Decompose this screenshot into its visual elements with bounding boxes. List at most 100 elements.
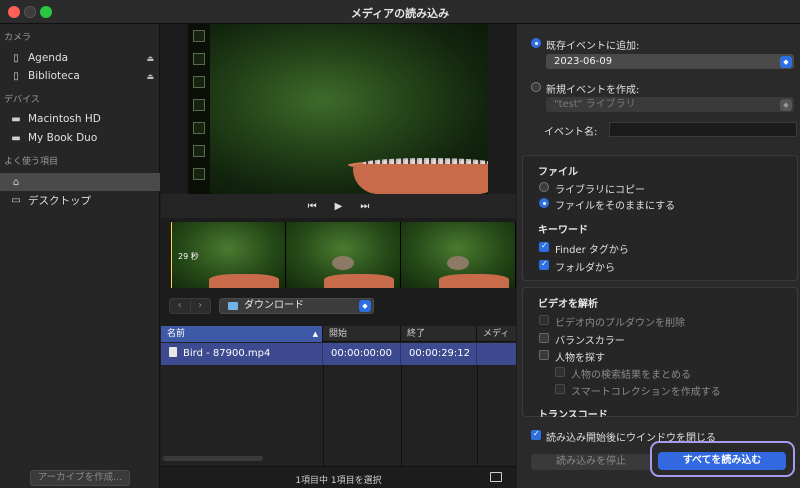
close-window-checkbox[interactable] (531, 429, 541, 440)
consolidate-people-label: 人物の検索結果をまとめる (571, 370, 691, 381)
sidebar-section-camera: カメラ (4, 33, 32, 43)
sidebar-item-biblioteca[interactable]: ▯ Biblioteca ⏏ (0, 67, 160, 85)
column-divider (323, 365, 324, 466)
analyze-heading: ビデオを解析 (538, 299, 598, 310)
sidebar-item-label: デスクトップ (28, 194, 91, 207)
remove-pulldown-label: ビデオ内のプルダウンを削除 (555, 318, 685, 329)
stop-import-button[interactable]: 読み込みを停止 (531, 454, 651, 470)
forward-button[interactable]: › (191, 299, 211, 313)
playhead[interactable] (171, 222, 172, 288)
sidebar-item-label: Agenda (28, 52, 69, 64)
film-hole (193, 99, 205, 111)
clip-thumbnail[interactable] (286, 222, 401, 288)
phone-icon: ▯ (13, 52, 19, 64)
filmstrip-view-icon[interactable] (490, 472, 502, 482)
transport-controls: ⏮ ▶ ⏭ (161, 194, 516, 218)
balance-color-label: バランスカラー (555, 336, 625, 347)
finder-tags-label: Finder タグから (555, 245, 629, 256)
bird-thumb (447, 256, 469, 270)
horizontal-scrollbar[interactable] (163, 456, 263, 461)
phone-icon: ▯ (13, 70, 19, 82)
column-header-media[interactable]: メディ (477, 326, 516, 342)
column-header-start[interactable]: 開始 (323, 326, 401, 342)
table-row[interactable]: Bird - 87900.mp4 00:00:00:00 00:00:29:12 (161, 343, 516, 365)
transcode-peek: トランスコード (522, 404, 798, 417)
leave-in-place-label: ファイルをそのままにする (555, 201, 676, 212)
clip-filmstrip[interactable] (171, 222, 516, 288)
film-hole (193, 76, 205, 88)
film-hole (193, 122, 205, 134)
previous-frame-icon[interactable]: ⏮ (308, 201, 317, 212)
event-name-input[interactable] (609, 122, 797, 137)
folders-label: フォルダから (555, 263, 615, 274)
sidebar-item-home[interactable]: ⌂ (0, 173, 160, 191)
copy-to-library-radio[interactable] (539, 182, 549, 192)
drive-icon: ▬ (11, 113, 21, 125)
bird-thumb (332, 256, 354, 270)
find-people-checkbox[interactable] (539, 350, 549, 360)
eject-icon[interactable]: ⏏ (146, 54, 154, 63)
sidebar-item-macintosh-hd[interactable]: ▬ Macintosh HD (0, 110, 160, 128)
add-to-existing-event-radio[interactable] (531, 38, 541, 48)
cell-end: 00:00:29:12 (401, 343, 477, 365)
nav-arrows: ‹ › (169, 298, 211, 314)
play-icon[interactable]: ▶ (335, 201, 343, 212)
desktop-icon: ▭ (11, 194, 21, 206)
window-title: メディアの読み込み (350, 7, 450, 20)
sidebar-item-label: Macintosh HD (28, 113, 101, 125)
film-hole (193, 168, 205, 180)
smart-collections-checkbox[interactable] (555, 384, 565, 394)
folder-select-value: ダウンロード (244, 300, 304, 311)
leave-in-place-radio[interactable] (539, 198, 549, 208)
import-options-panel: 既存イベントに追加: 2023-06-09 ◆ 新規イベントを作成: "test… (517, 24, 800, 488)
status-bar: 1項目中 1項目を選択 (161, 466, 516, 488)
sidebar-item-my-book-duo[interactable]: ▬ My Book Duo (0, 129, 160, 147)
sort-ascending-icon: ▲ (312, 330, 318, 338)
clip-duration: 29 秒 (178, 252, 199, 261)
consolidate-people-checkbox[interactable] (555, 367, 565, 377)
sidebar-item-label: My Book Duo (28, 132, 98, 144)
bowl-thumb (209, 274, 279, 288)
clip-thumbnail[interactable] (401, 222, 516, 288)
library-popup[interactable]: "test" ライブラリ ◆ (546, 97, 794, 112)
bowl-thumb (324, 274, 394, 288)
folder-icon (228, 302, 238, 310)
sidebar-item-label: Biblioteca (28, 70, 80, 82)
media-browser: ⏮ ▶ ⏭ 29 秒 ‹ › ダウンロード ◆ 名前 ▲ 開始 終了 メディ B… (161, 24, 516, 488)
home-icon: ⌂ (12, 176, 20, 188)
transcode-heading: トランスコード (538, 410, 608, 417)
selection-status: 1項目中 1項目を選択 (295, 476, 382, 486)
column-divider (477, 365, 478, 466)
bird-feeder-bowl (353, 164, 488, 194)
sidebar-item-agenda[interactable]: ▯ Agenda ⏏ (0, 49, 160, 67)
chevron-updown-icon: ◆ (780, 98, 792, 111)
film-hole (193, 145, 205, 157)
chevron-updown-icon: ◆ (780, 55, 792, 68)
sidebar-section-devices: デバイス (4, 95, 40, 105)
existing-event-popup[interactable]: 2023-06-09 ◆ (546, 54, 794, 69)
create-archive-button[interactable]: アーカイブを作成... (30, 470, 130, 486)
title-bar: メディアの読み込み (0, 0, 800, 24)
folders-checkbox[interactable] (539, 259, 549, 270)
import-all-button[interactable]: すべてを読み込む (658, 452, 786, 470)
file-table: 名前 ▲ 開始 終了 メディ Bird - 87900.mp4 00:00:00… (161, 326, 516, 466)
find-people-label: 人物を探す (555, 353, 605, 364)
film-hole (193, 53, 205, 65)
remove-pulldown-checkbox[interactable] (539, 315, 549, 325)
back-button[interactable]: ‹ (170, 299, 191, 313)
browser-navbar: ‹ › ダウンロード ◆ (161, 296, 516, 318)
sidebar-item-desktop[interactable]: ▭ デスクトップ (0, 191, 160, 209)
eject-icon[interactable]: ⏏ (146, 72, 154, 81)
film-hole (193, 30, 205, 42)
cell-name: Bird - 87900.mp4 (161, 343, 323, 365)
finder-tags-checkbox[interactable] (539, 241, 549, 252)
column-header-name[interactable]: 名前 ▲ (161, 326, 323, 342)
balance-color-checkbox[interactable] (539, 333, 549, 343)
file-icon (169, 347, 177, 357)
folder-select[interactable]: ダウンロード ◆ (219, 298, 374, 314)
create-new-event-radio[interactable] (531, 82, 541, 92)
column-header-end[interactable]: 終了 (401, 326, 477, 342)
next-frame-icon[interactable]: ⏭ (360, 201, 369, 212)
keywords-heading: キーワード (538, 225, 588, 236)
table-header: 名前 ▲ 開始 終了 メディ (161, 326, 516, 342)
